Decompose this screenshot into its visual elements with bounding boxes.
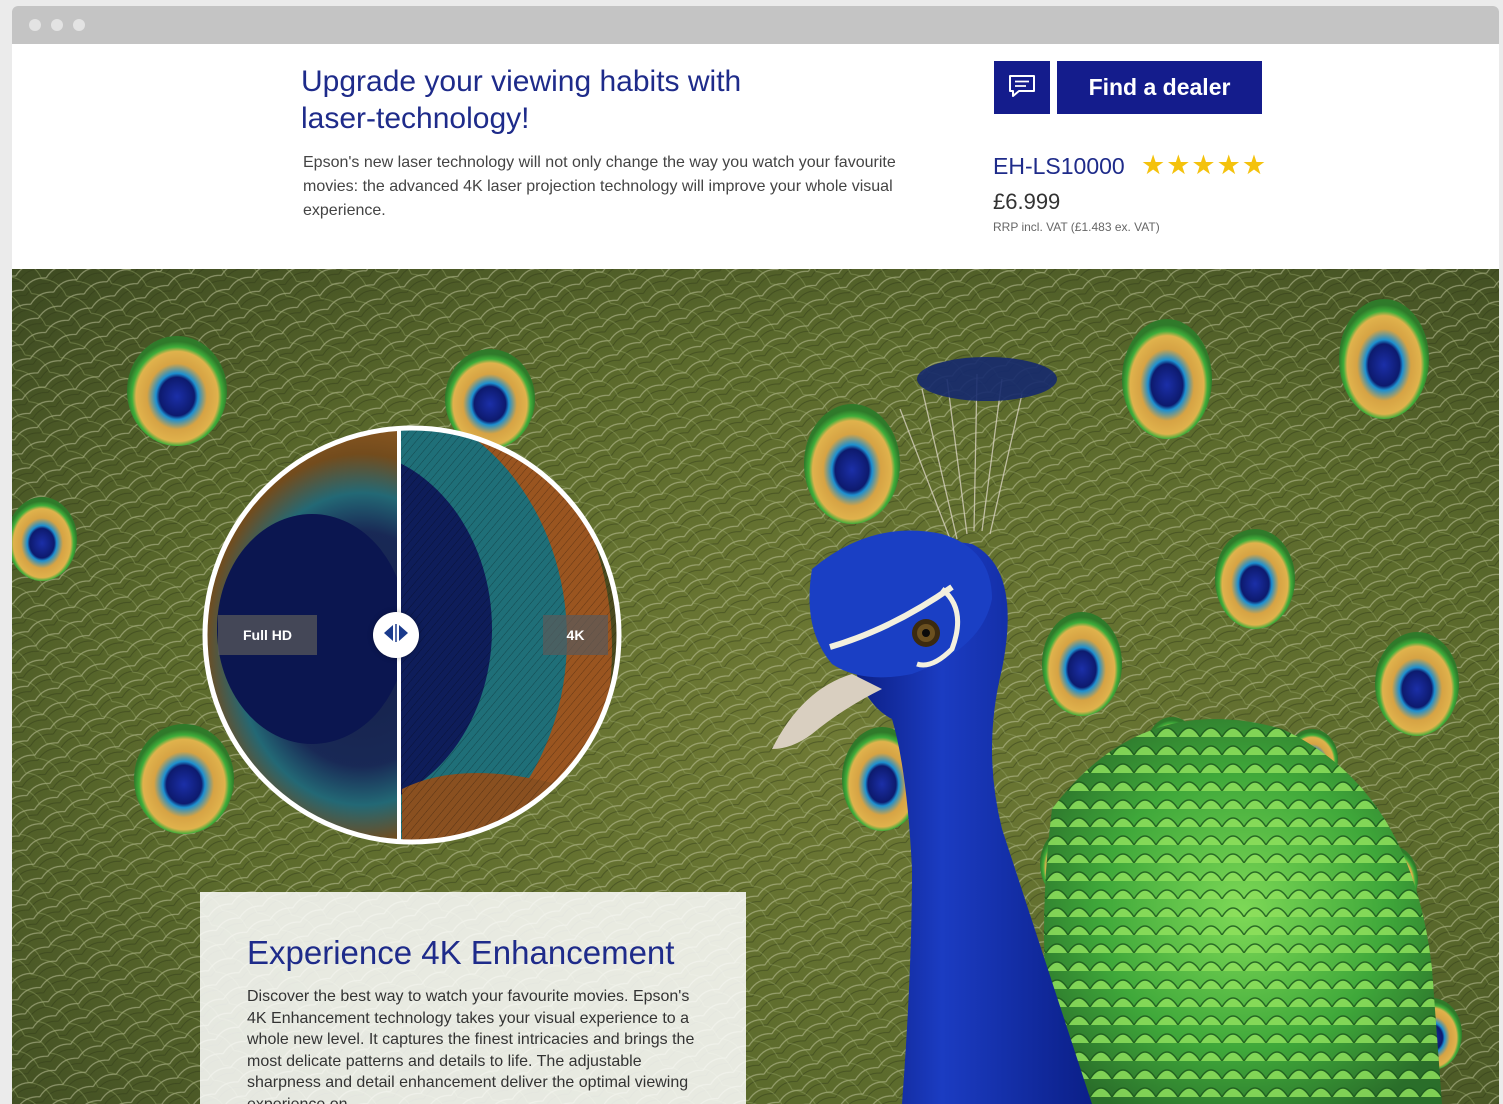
panel-body: Discover the best way to watch your favo… — [247, 988, 695, 1104]
product-header: Upgrade your viewing habits with laser-t… — [12, 44, 1499, 269]
product-price: £6.999 — [993, 189, 1061, 214]
page-headline: Upgrade your viewing habits with laser-t… — [301, 65, 742, 135]
panel-title: Experience 4K Enhancement — [247, 934, 675, 971]
browser-titlebar — [12, 6, 1499, 44]
chat-button[interactable] — [994, 61, 1050, 114]
comparison-slider-handle[interactable] — [373, 612, 419, 658]
find-dealer-button[interactable]: Find a dealer — [1057, 61, 1262, 114]
browser-window: Upgrade your viewing habits with laser-t… — [12, 6, 1499, 1104]
minimize-dot[interactable] — [51, 19, 63, 31]
maximize-dot[interactable] — [73, 19, 85, 31]
rating-stars: ★★★★★ — [1141, 150, 1268, 180]
chat-bubble-icon — [1007, 73, 1037, 102]
hero-section: Full HD 4K Experience 4K Enhancement Dis… — [12, 269, 1499, 1104]
left-right-arrows-icon — [382, 623, 410, 648]
4k-label: 4K — [543, 615, 608, 655]
full-hd-label: Full HD — [218, 615, 317, 655]
product-model: EH-LS10000 — [993, 153, 1125, 179]
close-dot[interactable] — [29, 19, 41, 31]
vat-note: RRP incl. VAT (£1.483 ex. VAT) — [993, 220, 1160, 234]
intro-text: Epson's new laser technology will not on… — [303, 154, 896, 219]
info-panel: Experience 4K Enhancement Discover the b… — [200, 892, 746, 1104]
